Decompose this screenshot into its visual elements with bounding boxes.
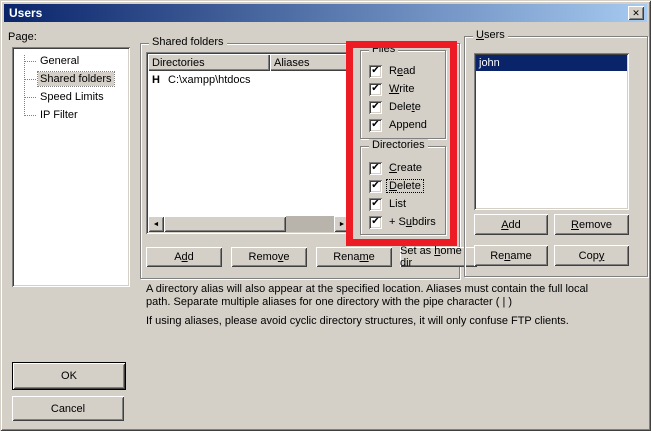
checkbox-row-write[interactable]: ✔ Write <box>369 82 416 96</box>
ok-button[interactable]: OK <box>12 362 126 390</box>
scrollbar-thumb[interactable] <box>164 216 286 232</box>
checkbox-row-read[interactable]: ✔ Read <box>369 64 417 78</box>
users-group-label: Users <box>473 29 508 42</box>
tree-item-ip-filter[interactable]: IP Filter <box>20 106 126 124</box>
check-icon: ✔ <box>371 163 379 173</box>
folder-remove-button[interactable]: Remove <box>231 247 307 267</box>
user-name: john <box>479 57 500 69</box>
dir-delete-checkbox[interactable]: ✔ <box>369 180 382 193</box>
create-checkbox[interactable]: ✔ <box>369 162 382 175</box>
checkbox-row-create[interactable]: ✔ Create <box>369 161 424 175</box>
subdirs-checkbox[interactable]: ✔ <box>369 216 382 229</box>
checkbox-row-subdirs[interactable]: ✔ + Subdirs <box>369 215 438 229</box>
read-checkbox[interactable]: ✔ <box>369 65 382 78</box>
directories-permissions-group: Directories ✔ Create ✔ Delete ✔ List ✔ +… <box>360 146 446 235</box>
close-button[interactable]: ✕ <box>628 6 644 20</box>
directories-list: Directories Aliases H C:\xampp\htdocs ◄ … <box>146 52 352 234</box>
column-header-directories[interactable]: Directories <box>148 54 270 71</box>
scroll-right-icon: ► <box>339 221 346 228</box>
cancel-button[interactable]: Cancel <box>12 396 124 421</box>
page-label: Page: <box>8 31 37 43</box>
user-row-john[interactable]: john <box>476 55 627 71</box>
check-icon: ✔ <box>371 181 379 191</box>
user-rename-button[interactable]: Rename <box>474 245 548 266</box>
check-icon: ✔ <box>371 66 379 76</box>
tree-connector-stub <box>24 115 36 116</box>
tree-connector-stub <box>24 97 36 98</box>
file-delete-checkbox[interactable]: ✔ <box>369 101 382 114</box>
alias-help-text: A directory alias will also appear at th… <box>146 283 646 328</box>
scroll-left-button[interactable]: ◄ <box>148 216 164 232</box>
directories-group-label: Directories <box>369 139 428 152</box>
tree-item-shared-folders[interactable]: Shared folders <box>20 70 126 88</box>
files-group-label: Files <box>369 43 398 56</box>
home-directory-flag: H <box>148 74 168 86</box>
users-list: john <box>474 53 629 210</box>
column-header-aliases[interactable]: Aliases <box>270 54 350 71</box>
horizontal-scrollbar[interactable]: ◄ ► <box>148 216 350 232</box>
scroll-right-button[interactable]: ► <box>334 216 350 232</box>
dialog-title: Users <box>4 6 42 20</box>
page-tree-items: General Shared folders Speed Limits IP F… <box>20 52 126 283</box>
scroll-left-icon: ◄ <box>153 221 160 228</box>
user-copy-button[interactable]: Copy <box>554 245 629 266</box>
page-tree: General Shared folders Speed Limits IP F… <box>12 47 130 287</box>
checkbox-row-append[interactable]: ✔ Append <box>369 118 429 132</box>
tree-connector-stub <box>24 61 36 62</box>
user-remove-button[interactable]: Remove <box>554 214 629 235</box>
checkbox-row-dir-delete[interactable]: ✔ Delete <box>369 179 423 193</box>
tree-item-general[interactable]: General <box>20 52 126 70</box>
checkbox-row-file-delete[interactable]: ✔ Delete <box>369 100 423 114</box>
files-permissions-group: Files ✔ Read ✔ Write ✔ Delete ✔ Append <box>360 50 446 139</box>
help-line: path. Separate multiple aliases for one … <box>146 296 646 309</box>
tree-connector-stub <box>24 79 36 80</box>
check-icon: ✔ <box>371 102 379 112</box>
shared-folders-group-label: Shared folders <box>149 36 227 49</box>
check-icon: ✔ <box>371 120 379 130</box>
directory-row[interactable]: H C:\xampp\htdocs <box>148 72 350 87</box>
folder-add-button[interactable]: Add <box>146 247 222 267</box>
write-checkbox[interactable]: ✔ <box>369 83 382 96</box>
help-line: If using aliases, please avoid cyclic di… <box>146 315 646 328</box>
users-dialog: Users ✕ Page: General Shared folders Spe… <box>0 0 651 431</box>
user-add-button[interactable]: Add <box>474 214 548 235</box>
append-checkbox[interactable]: ✔ <box>369 119 382 132</box>
close-icon: ✕ <box>632 9 640 18</box>
check-icon: ✔ <box>371 84 379 94</box>
tree-item-speed-limits[interactable]: Speed Limits <box>20 88 126 106</box>
checkbox-row-list[interactable]: ✔ List <box>369 197 408 211</box>
help-line: A directory alias will also appear at th… <box>146 283 646 296</box>
list-checkbox[interactable]: ✔ <box>369 198 382 211</box>
folder-rename-button[interactable]: Rename <box>316 247 392 267</box>
scrollbar-track[interactable] <box>286 216 334 232</box>
check-icon: ✔ <box>371 199 379 209</box>
check-icon: ✔ <box>371 217 379 227</box>
directory-path: C:\xampp\htdocs <box>168 74 251 86</box>
title-bar[interactable]: Users ✕ <box>4 4 647 22</box>
